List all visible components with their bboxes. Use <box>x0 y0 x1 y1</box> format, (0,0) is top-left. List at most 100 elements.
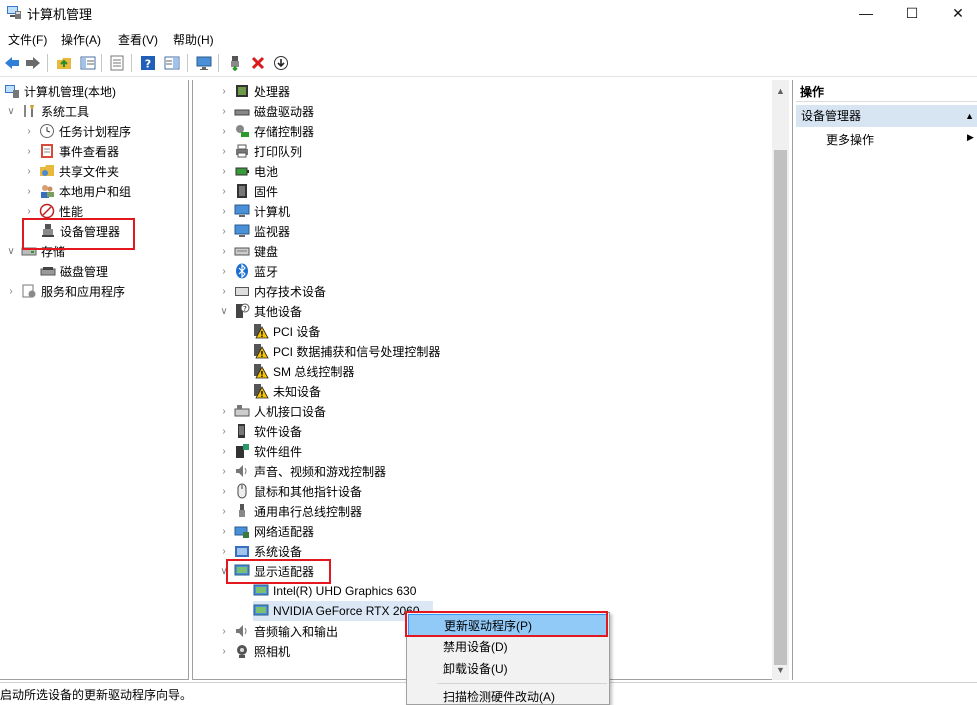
device-category[interactable]: › 系统设备 <box>217 541 302 561</box>
chevron-right-icon[interactable]: › <box>217 284 231 298</box>
device-category[interactable]: › 计算机 <box>217 201 290 221</box>
chevron-right-icon[interactable]: › <box>22 144 36 158</box>
chevron-right-icon[interactable]: › <box>217 464 231 478</box>
disable-device-menu-item[interactable]: 禁用设备(D) <box>408 636 608 658</box>
chevron-right-icon[interactable]: › <box>217 144 231 158</box>
device-category[interactable]: › 人机接口设备 <box>217 401 326 421</box>
update-driver-menu-item[interactable]: 更新驱动程序(P) <box>408 614 608 636</box>
chevron-down-icon[interactable]: ∨ <box>217 564 231 578</box>
tree-local-users[interactable]: › 本地用户和组 <box>22 181 131 201</box>
chevron-right-icon[interactable]: › <box>217 544 231 558</box>
chevron-right-icon[interactable]: › <box>22 164 36 178</box>
device-item[interactable]: ! PCI 设备 <box>253 321 320 341</box>
forward-icon[interactable] <box>24 54 42 72</box>
device-category[interactable]: › 键盘 <box>217 241 278 261</box>
tree-disk-management[interactable]: 磁盘管理 <box>40 261 108 281</box>
device-category[interactable]: › 内存技术设备 <box>217 281 326 301</box>
device-category[interactable]: › 打印队列 <box>217 141 302 161</box>
device-category[interactable]: › 鼠标和其他指针设备 <box>217 481 362 501</box>
device-category[interactable]: › 照相机 <box>217 641 290 661</box>
device-category[interactable]: › 软件设备 <box>217 421 302 441</box>
device-category[interactable]: › 蓝牙 <box>217 261 278 281</box>
chevron-right-icon[interactable]: › <box>217 504 231 518</box>
device-category[interactable]: › 处理器 <box>217 81 290 101</box>
maximize-button[interactable]: ☐ <box>889 0 935 26</box>
device-category[interactable]: › 软件组件 <box>217 441 302 461</box>
chevron-right-icon[interactable]: › <box>217 444 231 458</box>
tree-task-scheduler[interactable]: › 任务计划程序 <box>22 121 131 141</box>
scan-hardware-menu-item[interactable]: 扫描检测硬件改动(A) <box>408 686 608 705</box>
device-item[interactable]: ! SM 总线控制器 <box>253 361 354 381</box>
menu-file[interactable]: 文件(F) <box>8 31 47 48</box>
chevron-down-icon[interactable]: ∨ <box>4 104 18 118</box>
back-icon[interactable] <box>3 54 21 72</box>
tree-storage[interactable]: ∨ 存储 <box>4 241 65 261</box>
chevron-right-icon[interactable]: › <box>217 264 231 278</box>
show-hide-tree-icon[interactable] <box>79 54 97 72</box>
minimize-button[interactable]: — <box>843 0 889 26</box>
chevron-right-icon[interactable]: › <box>22 184 36 198</box>
chevron-right-icon[interactable]: › <box>217 624 231 638</box>
scroll-down-icon[interactable]: ▼ <box>772 661 789 678</box>
device-category[interactable]: › 网络适配器 <box>217 521 314 541</box>
device-category[interactable]: › 磁盘驱动器 <box>217 101 314 121</box>
chevron-right-icon[interactable]: › <box>217 104 231 118</box>
properties-icon[interactable] <box>108 54 126 72</box>
update-driver-icon[interactable] <box>226 54 244 72</box>
actions-section-device-manager[interactable]: 设备管理器 ▲ <box>796 105 977 127</box>
monitor-icon[interactable] <box>195 54 213 72</box>
tree-shared-folders[interactable]: › 共享文件夹 <box>22 161 119 181</box>
device-category[interactable]: › 通用串行总线控制器 <box>217 501 362 521</box>
chevron-right-icon[interactable]: › <box>217 184 231 198</box>
chevron-right-icon[interactable]: › <box>217 404 231 418</box>
chevron-right-icon[interactable]: › <box>22 124 36 138</box>
chevron-right-icon[interactable]: › <box>217 244 231 258</box>
uninstall-x-icon[interactable] <box>249 54 267 72</box>
chevron-right-icon[interactable]: › <box>217 224 231 238</box>
uninstall-device-menu-item[interactable]: 卸载设备(U) <box>408 658 608 680</box>
device-category[interactable]: › 固件 <box>217 181 278 201</box>
chevron-right-icon[interactable]: › <box>217 204 231 218</box>
chevron-down-icon[interactable]: ∨ <box>4 244 18 258</box>
menu-help[interactable]: 帮助(H) <box>173 31 214 48</box>
device-category[interactable]: › 存储控制器 <box>217 121 314 141</box>
tree-device-manager[interactable]: 设备管理器 <box>40 221 120 241</box>
device-item-intel-gpu[interactable]: Intel(R) UHD Graphics 630 <box>253 581 416 601</box>
chevron-right-icon[interactable]: › <box>217 424 231 438</box>
chevron-down-icon[interactable]: ∨ <box>217 304 231 318</box>
more-actions-link[interactable]: 更多操作 <box>826 132 874 148</box>
tree-performance[interactable]: › 性能 <box>22 201 83 221</box>
collapse-up-icon[interactable]: ▲ <box>965 105 974 127</box>
chevron-right-icon[interactable]: › <box>22 204 36 218</box>
scroll-up-icon[interactable]: ▲ <box>772 82 789 99</box>
up-folder-icon[interactable] <box>55 54 73 72</box>
tree-system-tools[interactable]: ∨ 系统工具 <box>4 101 89 121</box>
chevron-right-icon[interactable]: › <box>217 124 231 138</box>
help-icon[interactable]: ? <box>139 54 157 72</box>
chevron-right-icon[interactable]: › <box>217 164 231 178</box>
tree-event-viewer[interactable]: › 事件查看器 <box>22 141 119 161</box>
device-category-expanded[interactable]: ∨? 其他设备 <box>217 301 302 321</box>
vertical-scrollbar[interactable]: ▲ ▼ <box>772 80 789 680</box>
scroll-thumb[interactable] <box>774 150 787 665</box>
device-category-display-adapters[interactable]: ∨ 显示适配器 <box>217 561 314 581</box>
chevron-right-icon[interactable]: › <box>217 484 231 498</box>
chevron-right-icon[interactable]: › <box>217 644 231 658</box>
device-category[interactable]: › 电池 <box>217 161 278 181</box>
submenu-arrow-icon[interactable]: ▶ <box>967 132 974 143</box>
device-item[interactable]: ! 未知设备 <box>253 381 321 401</box>
tree-root[interactable]: 计算机管理(本地) <box>4 81 116 101</box>
chevron-right-icon[interactable]: › <box>4 284 18 298</box>
close-button[interactable]: ✕ <box>935 0 977 26</box>
device-category[interactable]: › 声音、视频和游戏控制器 <box>217 461 386 481</box>
tree-services-apps[interactable]: › 服务和应用程序 <box>4 281 125 301</box>
device-item[interactable]: ! PCI 数据捕获和信号处理控制器 <box>253 341 440 361</box>
view-icon[interactable] <box>163 54 181 72</box>
download-circle-icon[interactable] <box>272 54 290 72</box>
device-category[interactable]: › 监视器 <box>217 221 290 241</box>
device-category[interactable]: › 音频输入和输出 <box>217 621 338 641</box>
menu-action[interactable]: 操作(A) <box>61 31 101 48</box>
chevron-right-icon[interactable]: › <box>217 524 231 538</box>
menu-view[interactable]: 查看(V) <box>118 31 158 48</box>
chevron-right-icon[interactable]: › <box>217 84 231 98</box>
